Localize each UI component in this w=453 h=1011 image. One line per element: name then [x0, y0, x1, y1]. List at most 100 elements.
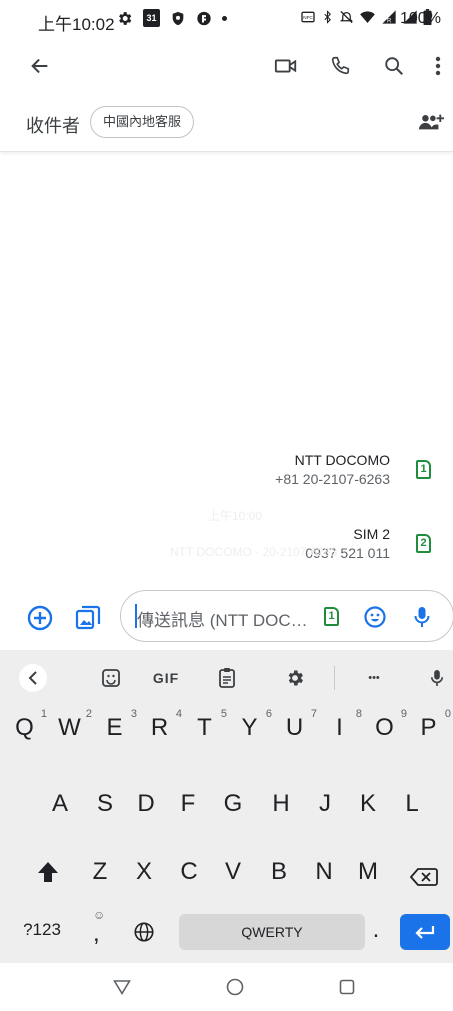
- photo-gallery-icon: [75, 605, 101, 630]
- key-w[interactable]: W2: [49, 708, 92, 742]
- gear-icon: [288, 670, 303, 686]
- key-z[interactable]: Z: [80, 858, 120, 886]
- nav-recents-button[interactable]: [329, 971, 365, 1003]
- more-options-button[interactable]: •••: [356, 658, 392, 698]
- shield-icon: [172, 11, 184, 25]
- back-triangle-icon: [113, 980, 131, 995]
- key-v[interactable]: V: [213, 858, 253, 886]
- keyboard-mic-button[interactable]: [424, 658, 450, 698]
- key-o[interactable]: O9: [364, 708, 407, 742]
- key-k[interactable]: K: [348, 790, 388, 818]
- sticker-icon: [102, 669, 120, 687]
- key-g[interactable]: G: [213, 790, 253, 818]
- shift-arrow-icon: [38, 862, 58, 882]
- key-i[interactable]: I8: [319, 708, 362, 742]
- key-y[interactable]: Y6: [229, 708, 272, 742]
- key-m[interactable]: M: [348, 858, 388, 886]
- period-key[interactable]: .: [356, 916, 396, 944]
- enter-key[interactable]: [400, 914, 450, 950]
- microphone-icon: [431, 670, 443, 686]
- navigation-bar: [0, 963, 453, 1011]
- key-c[interactable]: C: [169, 858, 209, 886]
- shift-key[interactable]: [28, 854, 68, 890]
- message-input[interactable]: 傳送訊息 (NTT DOC… 1: [120, 590, 453, 642]
- key-b[interactable]: B: [259, 858, 299, 886]
- key-q[interactable]: Q1: [4, 708, 47, 742]
- key-n[interactable]: N: [304, 858, 344, 886]
- battery-percent: 100%: [400, 10, 441, 27]
- sim-select-icon[interactable]: 1: [324, 607, 339, 626]
- toolbar-divider: [334, 666, 335, 690]
- keyboard-settings-button[interactable]: [280, 658, 310, 698]
- comma-key[interactable]: ☺ ,: [80, 908, 116, 952]
- video-call-button[interactable]: [268, 50, 304, 82]
- space-bar[interactable]: QWERTY: [179, 914, 365, 950]
- symbols-key[interactable]: ?123: [14, 920, 70, 940]
- sticker-button[interactable]: [96, 658, 126, 698]
- microphone-icon: [414, 607, 430, 627]
- nav-back-button[interactable]: [104, 971, 140, 1003]
- message-placeholder: 傳送訊息 (NTT DOC…: [137, 611, 308, 630]
- enter-arrow-icon: [415, 926, 435, 939]
- search-icon: [385, 57, 403, 75]
- sim-option-name: SIM 2: [353, 526, 390, 542]
- gif-button[interactable]: GIF: [146, 658, 186, 698]
- app-notification-icon: [197, 11, 211, 25]
- status-bar: 上午10:02 31 NFC R 100%: [0, 0, 453, 40]
- add-recipient-button[interactable]: [414, 106, 448, 138]
- add-people-icon: [418, 114, 444, 130]
- keyboard-back-button[interactable]: [18, 658, 48, 698]
- add-attachment-button[interactable]: [22, 600, 58, 636]
- add-circle-icon: [27, 605, 53, 631]
- key-r[interactable]: R4: [139, 708, 182, 742]
- key-a[interactable]: A: [40, 790, 80, 818]
- key-row-1: Q1 W2 E3 R4 T5 Y6 U7 I8 O9 P0: [0, 706, 453, 762]
- back-arrow-icon: [31, 58, 48, 74]
- svg-text:R: R: [387, 18, 392, 24]
- key-t[interactable]: T5: [184, 708, 227, 742]
- recipient-chip[interactable]: 中國內地客服: [90, 106, 195, 138]
- more-vert-icon: [435, 56, 441, 76]
- key-f[interactable]: F: [168, 790, 208, 818]
- backspace-icon: [410, 868, 438, 886]
- emoji-icon: [364, 606, 386, 628]
- keyboard-toolbar: GIF •••: [0, 658, 453, 698]
- emoji-button[interactable]: [359, 601, 391, 633]
- conversation-area: NTT DOCOMO +81 20-2107-6263 1 上午10:00 SI…: [0, 152, 453, 582]
- bluetooth-icon: [324, 10, 331, 24]
- voice-call-button[interactable]: [322, 50, 358, 82]
- recents-square-icon: [339, 979, 355, 995]
- top-app-bar: [0, 40, 453, 92]
- back-button[interactable]: [22, 50, 58, 82]
- key-d[interactable]: D: [126, 790, 166, 818]
- sim-option-1[interactable]: NTT DOCOMO +81 20-2107-6263 1: [230, 452, 445, 502]
- key-p[interactable]: P0: [408, 708, 451, 742]
- key-h[interactable]: H: [261, 790, 301, 818]
- gear-icon: [119, 11, 132, 25]
- nav-home-button[interactable]: [217, 971, 253, 1003]
- key-s[interactable]: S: [85, 790, 125, 818]
- clipboard-button[interactable]: [212, 658, 242, 698]
- key-j[interactable]: J: [305, 790, 345, 818]
- key-l[interactable]: L: [392, 790, 432, 818]
- sim-option-number: +81 20-2107-6263: [275, 471, 390, 487]
- key-e[interactable]: E3: [94, 708, 137, 742]
- home-circle-icon: [226, 978, 244, 996]
- language-key[interactable]: [126, 916, 162, 948]
- search-button[interactable]: [376, 50, 412, 82]
- faded-message-header: NTT DOCOMO · 20-2107-6263: [170, 545, 338, 559]
- key-x[interactable]: X: [124, 858, 164, 886]
- svg-text:NFC: NFC: [303, 15, 313, 20]
- key-u[interactable]: U7: [274, 708, 317, 742]
- overflow-menu-button[interactable]: [426, 50, 450, 82]
- chevron-left-icon: [28, 671, 37, 685]
- mute-icon: [339, 10, 354, 24]
- gallery-button[interactable]: [70, 600, 106, 636]
- voice-input-button[interactable]: [406, 601, 438, 633]
- backspace-key[interactable]: [404, 860, 444, 894]
- keyboard: GIF ••• Q1 W2 E3 R4 T5 Y6 U7 I8 O9 P0 A …: [0, 650, 453, 963]
- status-time: 上午10:02: [38, 15, 115, 34]
- sim-card-icon: 1: [416, 460, 431, 479]
- recipient-row: 收件者 中國內地客服: [0, 92, 453, 152]
- calendar-icon: 31: [143, 9, 160, 27]
